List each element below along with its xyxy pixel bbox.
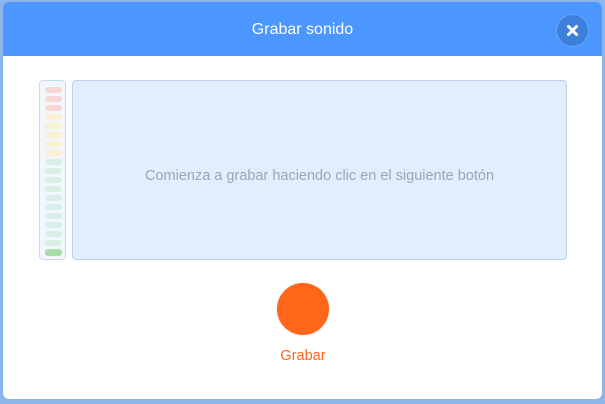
close-icon bbox=[567, 25, 578, 36]
meter-segment bbox=[45, 132, 62, 138]
meter-segment bbox=[45, 240, 62, 246]
record-label: Grabar bbox=[280, 348, 326, 364]
meter-segment bbox=[45, 231, 62, 237]
record-sound-dialog: Grabar sonido Comienza a grabar haciendo… bbox=[3, 2, 602, 399]
meter-segment bbox=[45, 249, 62, 256]
meter-segment bbox=[45, 222, 62, 228]
meter-segment bbox=[45, 87, 62, 93]
meter-segment bbox=[45, 195, 62, 201]
meter-segment bbox=[45, 150, 62, 156]
meter-segment bbox=[45, 186, 62, 192]
modal-header: Grabar sonido bbox=[3, 2, 602, 56]
meter-segment bbox=[45, 213, 62, 219]
meter-segment bbox=[45, 114, 62, 120]
recording-hint: Comienza a grabar haciendo clic en el si… bbox=[144, 168, 495, 184]
record-button[interactable] bbox=[277, 283, 329, 335]
meter-segment bbox=[45, 105, 62, 111]
meter-segment bbox=[45, 141, 62, 147]
meter-segment bbox=[45, 177, 62, 183]
meter-segment bbox=[45, 204, 62, 210]
meter-segment bbox=[45, 96, 62, 102]
record-icon bbox=[278, 284, 328, 334]
waveform-area: Comienza a grabar haciendo clic en el si… bbox=[72, 80, 567, 260]
volume-meter bbox=[39, 80, 66, 260]
modal-title: Grabar sonido bbox=[251, 21, 354, 38]
meter-segment bbox=[45, 168, 62, 174]
meter-segment bbox=[45, 159, 62, 165]
close-button[interactable] bbox=[557, 15, 588, 46]
meter-segment bbox=[45, 123, 62, 129]
